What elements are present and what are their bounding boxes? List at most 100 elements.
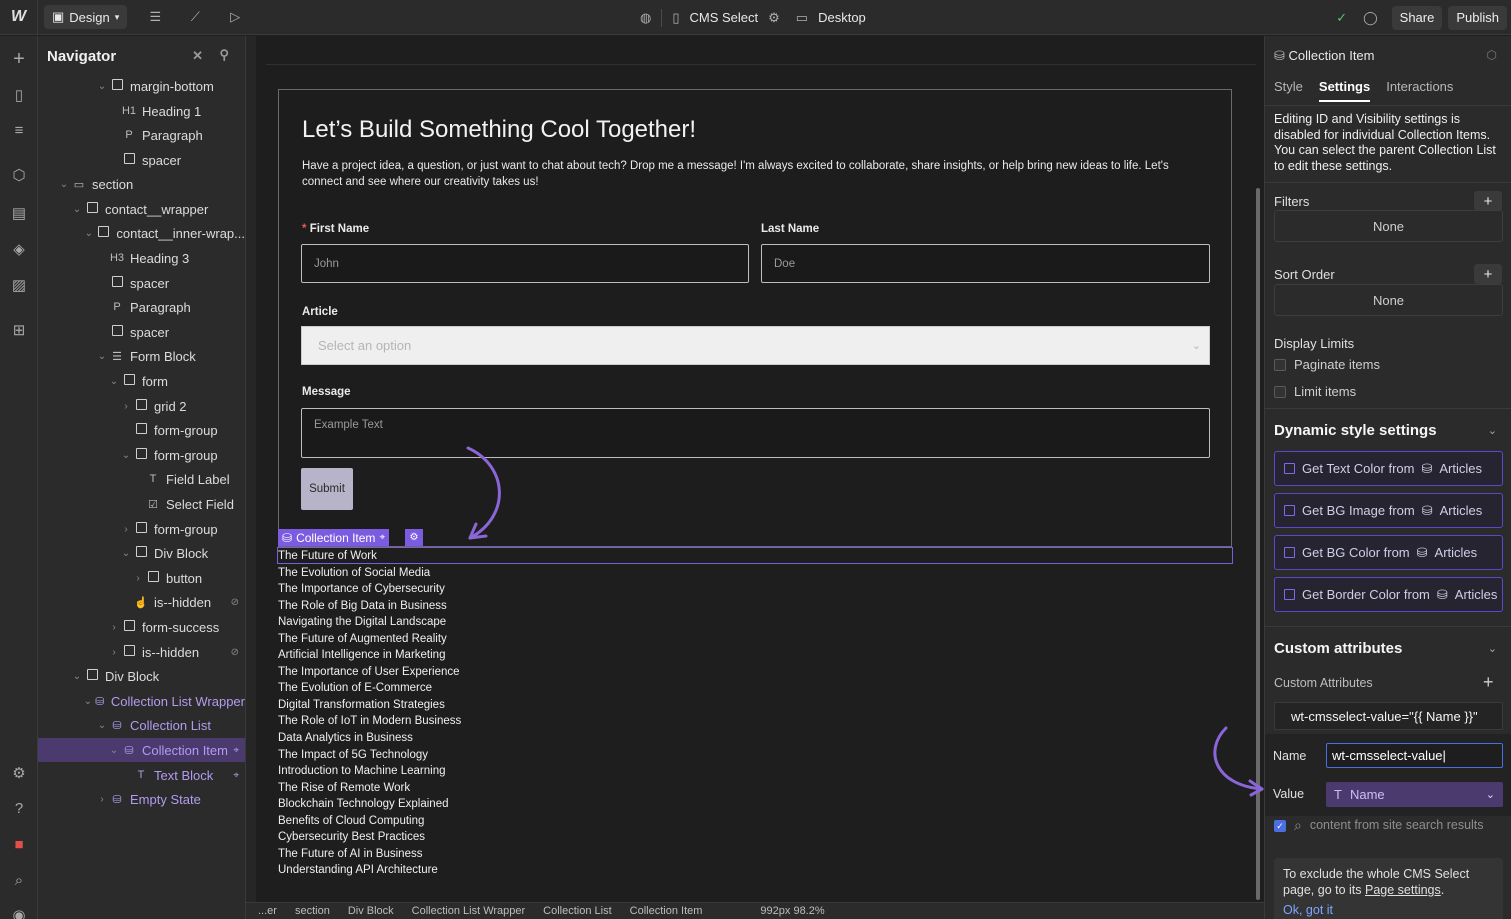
list-item[interactable]: Data Analytics in Business xyxy=(278,730,461,747)
tree-item[interactable]: › is--hidden ⊘ xyxy=(38,640,245,664)
chevron-down-icon[interactable]: ⌄ xyxy=(1488,642,1497,655)
tree-item[interactable]: ⌄ contact__inner-wrap... xyxy=(38,221,245,245)
tree-item[interactable]: ⌄ ☰ Form Block xyxy=(38,344,245,368)
add-icon[interactable]: + xyxy=(0,48,38,71)
get-border-color-button[interactable]: Get Border Color from ⛁ Articles xyxy=(1274,577,1503,612)
tree-item[interactable]: › form-group xyxy=(38,517,245,541)
breadcrumb-item[interactable]: section xyxy=(295,905,330,917)
list-item[interactable]: The Role of IoT in Modern Business xyxy=(278,713,461,730)
chevron-down-icon[interactable]: ⌄ xyxy=(83,696,93,707)
paginate-checkbox[interactable]: Paginate items xyxy=(1274,357,1380,372)
page-title[interactable]: Let’s Build Something Cool Together! xyxy=(302,116,696,144)
sort-order-value[interactable]: None xyxy=(1274,284,1503,316)
chevron-down-icon[interactable]: ⌄ xyxy=(96,351,108,362)
list-item[interactable]: Benefits of Cloud Computing xyxy=(278,813,461,830)
breadcrumb-item[interactable]: Collection List xyxy=(543,905,611,917)
tree-item[interactable]: › button xyxy=(38,566,245,590)
article-select[interactable]: Select an option ⌄ xyxy=(301,326,1210,365)
ok-got-it-link[interactable]: Ok, got it xyxy=(1283,902,1494,918)
list-item[interactable]: The Evolution of Social Media xyxy=(278,565,461,582)
add-filter-button[interactable]: + xyxy=(1474,191,1502,211)
tree-item[interactable]: ⌄ form xyxy=(38,369,245,393)
tree-item[interactable]: › ⛁ Empty State xyxy=(38,787,245,811)
get-bg-color-button[interactable]: Get BG Color from ⛁ Articles xyxy=(1274,535,1503,570)
tree-item-selected[interactable]: ⌄ ⛁ Collection Item ⌖ xyxy=(38,738,245,762)
database-icon[interactable]: ☰ xyxy=(135,9,175,25)
tree-item[interactable]: H1 Heading 1 xyxy=(38,99,245,123)
list-item[interactable]: The Evolution of E-Commerce xyxy=(278,680,461,697)
chevron-down-icon[interactable]: ⌄ xyxy=(71,204,83,215)
video-icon[interactable]: ◉ xyxy=(0,906,38,919)
chevron-down-icon[interactable]: ⌄ xyxy=(83,228,95,239)
contact-inner-wrapper[interactable]: Let’s Build Something Cool Together! Hav… xyxy=(278,89,1232,547)
tree-item[interactable]: P Paragraph xyxy=(38,123,245,147)
list-item[interactable]: The Importance of Cybersecurity xyxy=(278,581,461,598)
list-item[interactable]: Blockchain Technology Explained xyxy=(278,796,461,813)
filters-value[interactable]: None xyxy=(1274,210,1503,242)
design-mode-button[interactable]: ▣ Design ▾ xyxy=(44,5,128,29)
publish-button[interactable]: Publish xyxy=(1448,5,1507,30)
globe-icon[interactable]: ◍ xyxy=(640,10,651,26)
tree-item[interactable]: ⌄ Div Block xyxy=(38,664,245,688)
breadcrumb-item[interactable]: Div Block xyxy=(348,905,394,917)
chevron-right-icon[interactable]: › xyxy=(120,401,132,412)
cms-icon[interactable]: ▤ xyxy=(0,204,38,222)
share-button[interactable]: Share xyxy=(1391,5,1443,30)
list-item[interactable]: The Future of Augmented Reality xyxy=(278,631,461,648)
navigator-icon[interactable]: ≡ xyxy=(0,122,38,139)
settings-icon[interactable]: ⚙ xyxy=(0,764,38,782)
list-item[interactable]: Understanding API Architecture xyxy=(278,862,461,879)
component-icon[interactable]: ⬡ xyxy=(1487,48,1497,62)
page-selector[interactable]: CMS Select xyxy=(690,10,759,25)
site-search-option[interactable]: ✓ ⌕ content from site search results xyxy=(1274,818,1506,832)
apps-icon[interactable]: ⊞ xyxy=(0,321,38,339)
breadcrumb-item[interactable]: Collection Item xyxy=(630,905,703,917)
list-item[interactable]: Navigating the Digital Landscape xyxy=(278,614,461,631)
tree-item[interactable]: ☝ is--hidden ⊘ xyxy=(38,590,245,614)
get-bg-image-button[interactable]: Get BG Image from ⛁ Articles xyxy=(1274,493,1503,528)
breadcrumb-item[interactable]: ...er xyxy=(258,905,277,917)
get-text-color-button[interactable]: Get Text Color from ⛁ Articles xyxy=(1274,451,1503,486)
chevron-right-icon[interactable]: › xyxy=(108,647,120,658)
chevron-right-icon[interactable]: › xyxy=(132,573,144,584)
limit-checkbox[interactable]: Limit items xyxy=(1274,384,1356,399)
chevron-down-icon[interactable]: ⌄ xyxy=(58,179,70,190)
list-item[interactable]: The Future of Work xyxy=(278,548,461,565)
tree-item[interactable]: spacer xyxy=(38,148,245,172)
list-item[interactable]: Artificial Intelligence in Marketing xyxy=(278,647,461,664)
chevron-down-icon[interactable]: ⌄ xyxy=(1488,424,1497,437)
chevron-down-icon[interactable]: ⌄ xyxy=(108,376,120,387)
tab-settings[interactable]: Settings xyxy=(1318,79,1371,102)
tree-item[interactable]: › form-success xyxy=(38,615,245,639)
list-item[interactable]: The Impact of 5G Technology xyxy=(278,747,461,764)
search-icon[interactable]: ⌕ xyxy=(0,872,38,889)
list-item[interactable]: The Rise of Remote Work xyxy=(278,780,461,797)
chevron-down-icon[interactable]: ⌄ xyxy=(96,81,108,92)
tree-item[interactable]: › grid 2 xyxy=(38,394,245,418)
webflow-logo-icon[interactable]: W xyxy=(0,0,38,35)
attr-value-select[interactable]: T Name ⌄ xyxy=(1326,782,1503,807)
analytics-icon[interactable]: ⟋ xyxy=(175,9,215,25)
tree-item[interactable]: T Text Block ⌖ xyxy=(38,763,245,787)
chevron-right-icon[interactable]: › xyxy=(120,524,132,535)
pin-icon[interactable]: ⚲ xyxy=(219,47,229,63)
checkbox-checked-icon[interactable]: ✓ xyxy=(1274,820,1286,832)
tree-item[interactable]: spacer xyxy=(38,320,245,344)
chevron-right-icon[interactable]: › xyxy=(96,794,108,805)
dynamic-style-title[interactable]: Dynamic style settings xyxy=(1274,422,1437,439)
list-item[interactable]: Cybersecurity Best Practices xyxy=(278,829,461,846)
list-item[interactable]: The Importance of User Experience xyxy=(278,664,461,681)
last-name-input[interactable]: Doe xyxy=(761,244,1210,283)
tree-item[interactable]: ⌄ contact__wrapper xyxy=(38,197,245,221)
message-textarea[interactable]: Example Text xyxy=(301,408,1210,458)
tree-item[interactable]: ⌄ ⛁ Collection List xyxy=(38,713,245,737)
custom-attributes-title[interactable]: Custom attributes xyxy=(1274,640,1402,657)
design-canvas[interactable]: Let’s Build Something Cool Together! Hav… xyxy=(256,36,1264,902)
chevron-down-icon[interactable]: ⌄ xyxy=(120,450,132,461)
tab-style[interactable]: Style xyxy=(1274,79,1303,102)
list-item[interactable]: Introduction to Machine Learning xyxy=(278,763,461,780)
help-icon[interactable]: ? xyxy=(0,800,38,817)
list-item[interactable]: The Role of Big Data in Business xyxy=(278,598,461,615)
pages-icon[interactable]: ▯ xyxy=(0,86,38,104)
add-sort-button[interactable]: + xyxy=(1474,264,1502,284)
